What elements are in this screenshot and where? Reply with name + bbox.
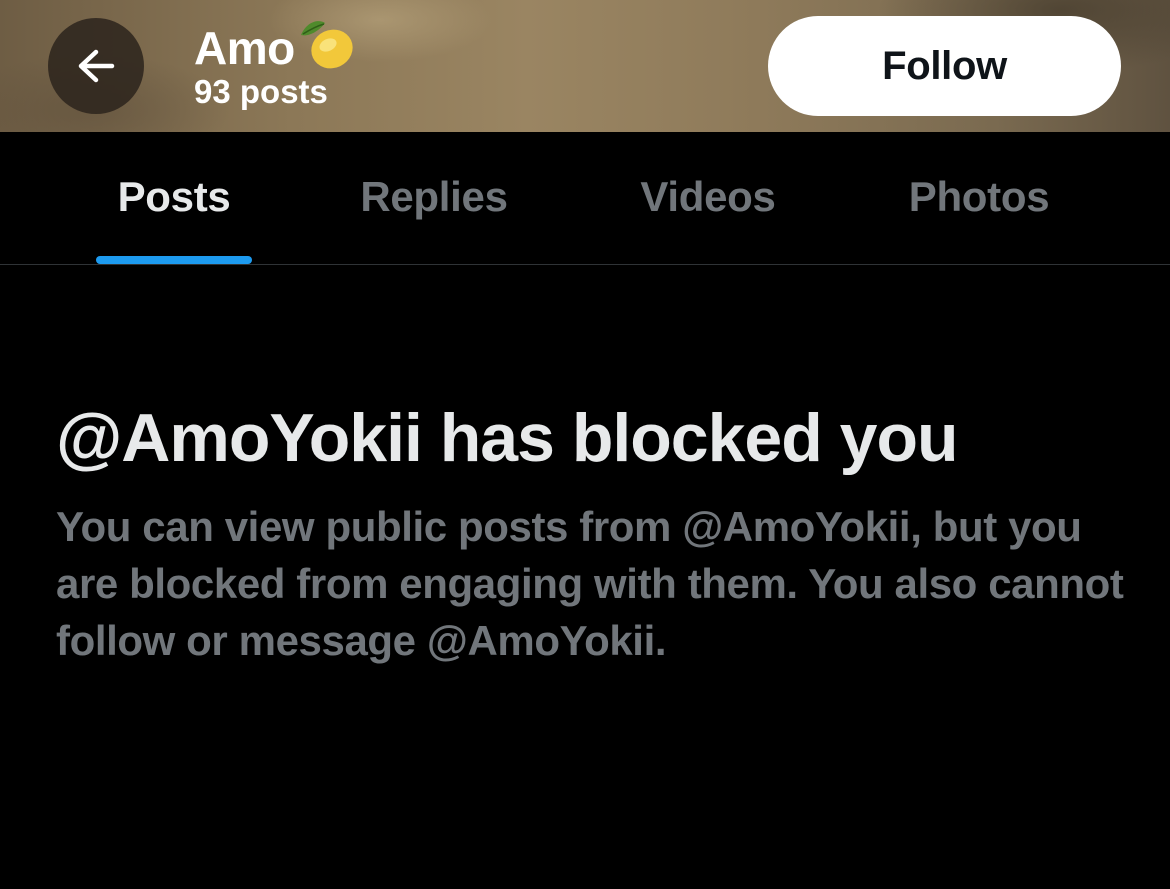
tab-posts-label: Posts bbox=[117, 173, 231, 220]
blocked-notice-title: @AmoYokii has blocked you bbox=[56, 400, 959, 476]
back-button[interactable] bbox=[48, 18, 144, 114]
profile-header: Amo 93 posts Follow bbox=[0, 0, 1170, 132]
lemon-icon bbox=[297, 15, 357, 80]
display-name-row: Amo bbox=[194, 20, 357, 76]
profile-title-block: Amo 93 posts bbox=[194, 20, 357, 110]
tab-photos[interactable]: Photos bbox=[884, 132, 1074, 264]
tab-photos-label: Photos bbox=[908, 173, 1050, 220]
blocked-notice: @AmoYokii has blocked you You can view p… bbox=[56, 396, 1136, 669]
tab-posts[interactable]: Posts bbox=[96, 132, 252, 264]
tab-videos-label: Videos bbox=[640, 173, 776, 220]
blocked-notice-body: You can view public posts from @AmoYokii… bbox=[56, 503, 1124, 664]
follow-button-label: Follow bbox=[882, 43, 1007, 88]
arrow-left-icon bbox=[78, 49, 115, 83]
display-name: Amo bbox=[194, 22, 295, 74]
tab-replies[interactable]: Replies bbox=[336, 132, 532, 264]
tab-replies-label: Replies bbox=[360, 173, 508, 220]
tab-videos[interactable]: Videos bbox=[618, 132, 798, 264]
follow-button[interactable]: Follow bbox=[768, 16, 1121, 116]
active-tab-indicator bbox=[96, 256, 252, 264]
profile-tabs: Posts Replies Videos Photos bbox=[0, 132, 1170, 265]
